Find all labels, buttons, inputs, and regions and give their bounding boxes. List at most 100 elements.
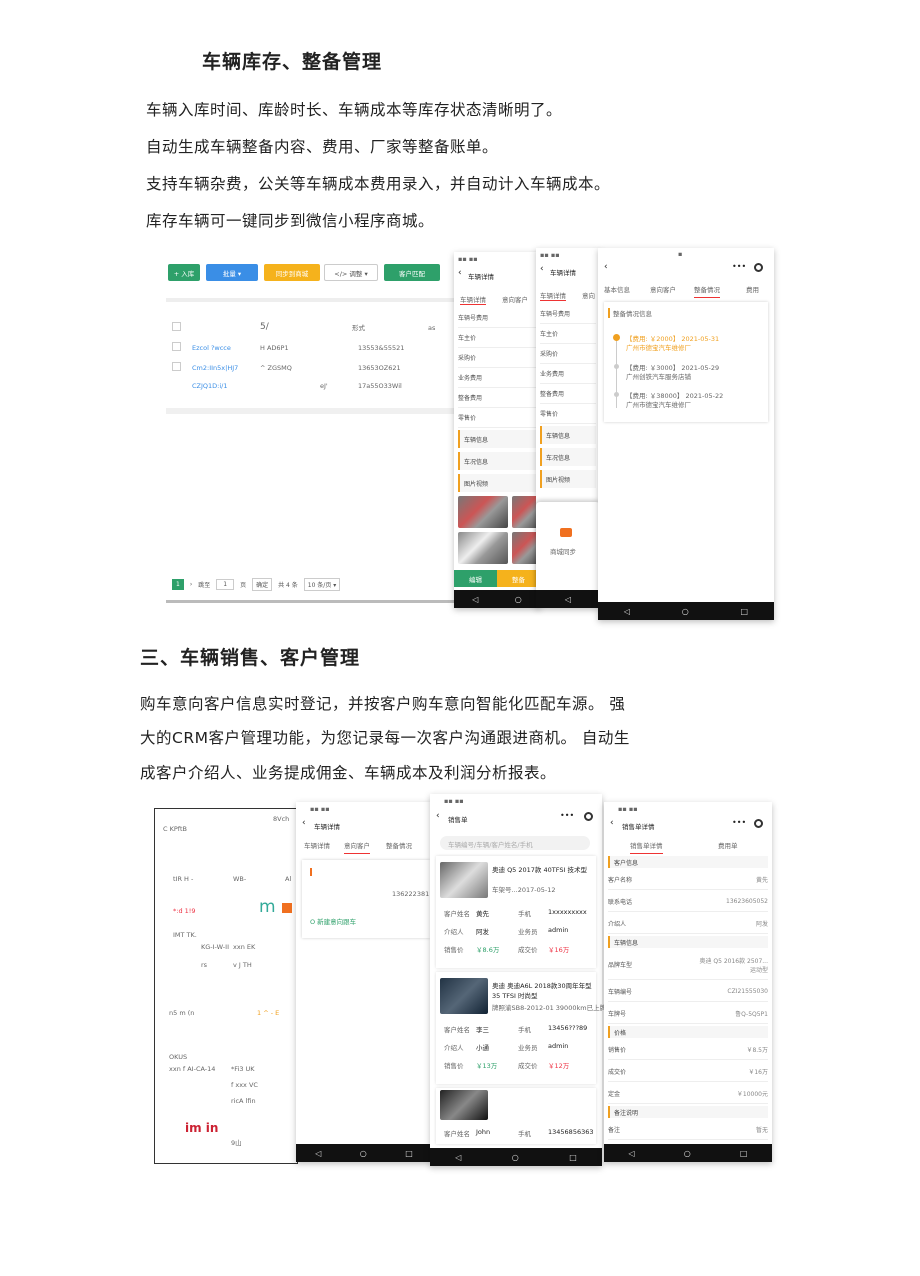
edit-button[interactable]: 编辑 (454, 570, 497, 587)
prepare-button[interactable]: 整备 (497, 570, 540, 587)
page-size-select[interactable]: 10 条/页 ▾ (303, 578, 341, 591)
stock-in-button[interactable]: + 入库 (168, 264, 200, 281)
recent-nav-icon[interactable]: □ (741, 607, 749, 616)
batch-button[interactable]: 批量 ▾ (206, 264, 258, 281)
tab-intent-customer[interactable]: 意向客户 (650, 284, 676, 294)
table-scrollbar[interactable] (166, 408, 456, 414)
tab-cost[interactable]: 费用 (746, 284, 759, 294)
tab-intent-customer[interactable]: 意向客户 (344, 840, 370, 854)
tab-vehicle-detail[interactable]: 车辆详情 (540, 290, 566, 301)
target-icon[interactable] (754, 819, 763, 828)
sales-card[interactable]: 奥迪 Q5 2017款 40TFSI 技术型 车架号...2017-05-12 … (436, 856, 596, 968)
page-number-button[interactable]: 1 (172, 579, 184, 590)
car-title: 奥迪 Q5 2017款 40TFSI 技术型 (492, 866, 587, 874)
home-nav-icon[interactable]: ○ (515, 595, 522, 604)
page-jump-input[interactable]: 1 (216, 579, 235, 590)
detail-row: 定金 ￥10000元 (608, 1084, 768, 1104)
table-checkbox[interactable] (172, 322, 181, 331)
panel-label: *:d 1!9 (173, 907, 196, 915)
page-next-icon[interactable]: › (190, 581, 192, 588)
target-icon[interactable] (754, 263, 763, 272)
android-navbar: ◁ ○ □ (296, 1144, 432, 1162)
search-input[interactable]: 车辆编号/车辆/客户姓名/手机 (440, 836, 590, 850)
home-nav-icon[interactable]: ○ (682, 607, 689, 616)
page-confirm-button[interactable]: 确定 (252, 578, 273, 591)
tab-intent-customer[interactable]: 意向客户 (502, 294, 528, 304)
panel-label: rs (201, 961, 208, 969)
back-icon[interactable]: ‹ (302, 818, 306, 828)
more-icon[interactable]: ••• (560, 811, 574, 820)
panel-label: ricA lfin (231, 1097, 256, 1105)
back-icon[interactable]: ‹ (436, 811, 440, 821)
panel-label: 9山 (231, 1139, 242, 1147)
back-nav-icon[interactable]: ◁ (472, 595, 478, 604)
more-icon[interactable]: ••• (732, 818, 746, 827)
figure-sales: C KPftB 8Vch tIR H - WB- Al *:d 1!9 m IM… (154, 794, 774, 1166)
back-nav-icon[interactable]: ◁ (455, 1153, 461, 1162)
section2-title: 车辆库存、整备管理 (202, 51, 383, 73)
add-follow-button[interactable]: O 新建意向跟车 (310, 916, 356, 926)
table-row[interactable]: CZJQ1D:i/1 (192, 382, 228, 390)
adjust-button[interactable]: </> 调整 ▾ (324, 264, 378, 281)
recent-nav-icon[interactable]: □ (569, 1153, 577, 1162)
detail-row: 备注 暂无 (608, 1120, 768, 1140)
back-nav-icon[interactable]: ◁ (629, 1149, 635, 1158)
sales-card[interactable]: 客户姓名 John 手机 13456856363 (436, 1088, 596, 1144)
section-header: 车辆信息 (458, 430, 536, 448)
table-row-checkbox[interactable] (172, 362, 181, 371)
phone-title: 销售单详情 (622, 823, 655, 831)
home-nav-icon[interactable]: ○ (360, 1149, 367, 1158)
home-nav-icon[interactable]: ○ (512, 1153, 519, 1162)
tab-intent[interactable]: 意向 (582, 290, 595, 300)
table-cell: eJ' (320, 382, 328, 390)
tab-prepare[interactable]: 整备情况 (694, 284, 720, 298)
label-price: 销售价 (444, 946, 464, 954)
prepare-card: 整备情况信息 【费用: ￥2000】 2021-05-31 广州市德宝汽车维修厂… (604, 302, 768, 422)
back-nav-icon[interactable]: ◁ (624, 607, 630, 616)
tab-cost-bill[interactable]: 费用单 (718, 840, 738, 850)
tab-sales-detail[interactable]: 销售单详情 (630, 840, 663, 854)
section3-para-3: 成客户介绍人、业务提成佣金、车辆成本及利润分析报表。 (140, 764, 557, 782)
value-deal-price: ￥12万 (548, 1062, 570, 1070)
recent-nav-icon[interactable]: □ (405, 1149, 413, 1158)
back-icon[interactable]: ‹ (458, 268, 462, 278)
android-navbar: ◁ (536, 590, 600, 608)
sync-mall-button[interactable]: 同步到商城 (264, 264, 320, 281)
customer-match-button[interactable]: 客户匹配 (384, 264, 440, 281)
section3-para-2: 大的CRM客户管理功能，为您记录每一次客户沟通跟进商机。 自动生 (140, 729, 630, 747)
car-sub: 车架号...2017-05-12 (492, 886, 556, 894)
android-navbar: ◁ ○ □ (430, 1148, 602, 1166)
list-item: 业务费用 (458, 368, 536, 388)
tab-vehicle-detail[interactable]: 车辆详情 (460, 294, 486, 305)
tab-vehicle-detail[interactable]: 车辆详情 (304, 840, 330, 850)
home-nav-icon[interactable]: ○ (684, 1149, 691, 1158)
panel-corner: 8Vch (273, 815, 290, 823)
car-photo[interactable] (458, 496, 508, 528)
car-photo[interactable] (458, 532, 508, 564)
table-cell: ^ ZGSMQ (260, 364, 292, 372)
tab-basic-info[interactable]: 基本信息 (604, 284, 630, 294)
tab-prepare[interactable]: 整备情况 (386, 840, 412, 850)
phone-title: 车辆详情 (314, 823, 340, 831)
section-header: 客户信息 (608, 856, 768, 868)
table-header-2: 形式 (352, 324, 365, 332)
back-icon[interactable]: ‹ (540, 264, 544, 274)
table-row-checkbox[interactable] (172, 342, 181, 351)
sales-card[interactable]: 奥迪 奥迪A6L 2018款30周年年型 35 TFSI 时尚型 牌照渝SB8-… (436, 972, 606, 1084)
recent-nav-icon[interactable]: □ (740, 1149, 748, 1158)
panel-mark: im in (185, 1121, 219, 1135)
back-icon[interactable]: ‹ (604, 262, 608, 272)
target-icon[interactable] (584, 812, 593, 821)
cart-icon[interactable] (560, 528, 572, 537)
section-header: 备注说明 (608, 1106, 768, 1118)
table-row[interactable]: Ezcol ?wcce (192, 344, 231, 352)
back-nav-icon[interactable]: ◁ (315, 1149, 321, 1158)
back-nav-icon[interactable]: ◁ (565, 595, 571, 604)
table-cell: 13653OZ621 (358, 364, 401, 372)
label-salesman: 业务员 (518, 1044, 538, 1052)
table-row[interactable]: Cm2:IIn5x|HJ7 (192, 364, 238, 372)
more-icon[interactable]: ••• (732, 262, 746, 271)
back-icon[interactable]: ‹ (610, 818, 614, 828)
panel-label: IMT TK. (173, 931, 197, 939)
car-photo (440, 978, 488, 1014)
